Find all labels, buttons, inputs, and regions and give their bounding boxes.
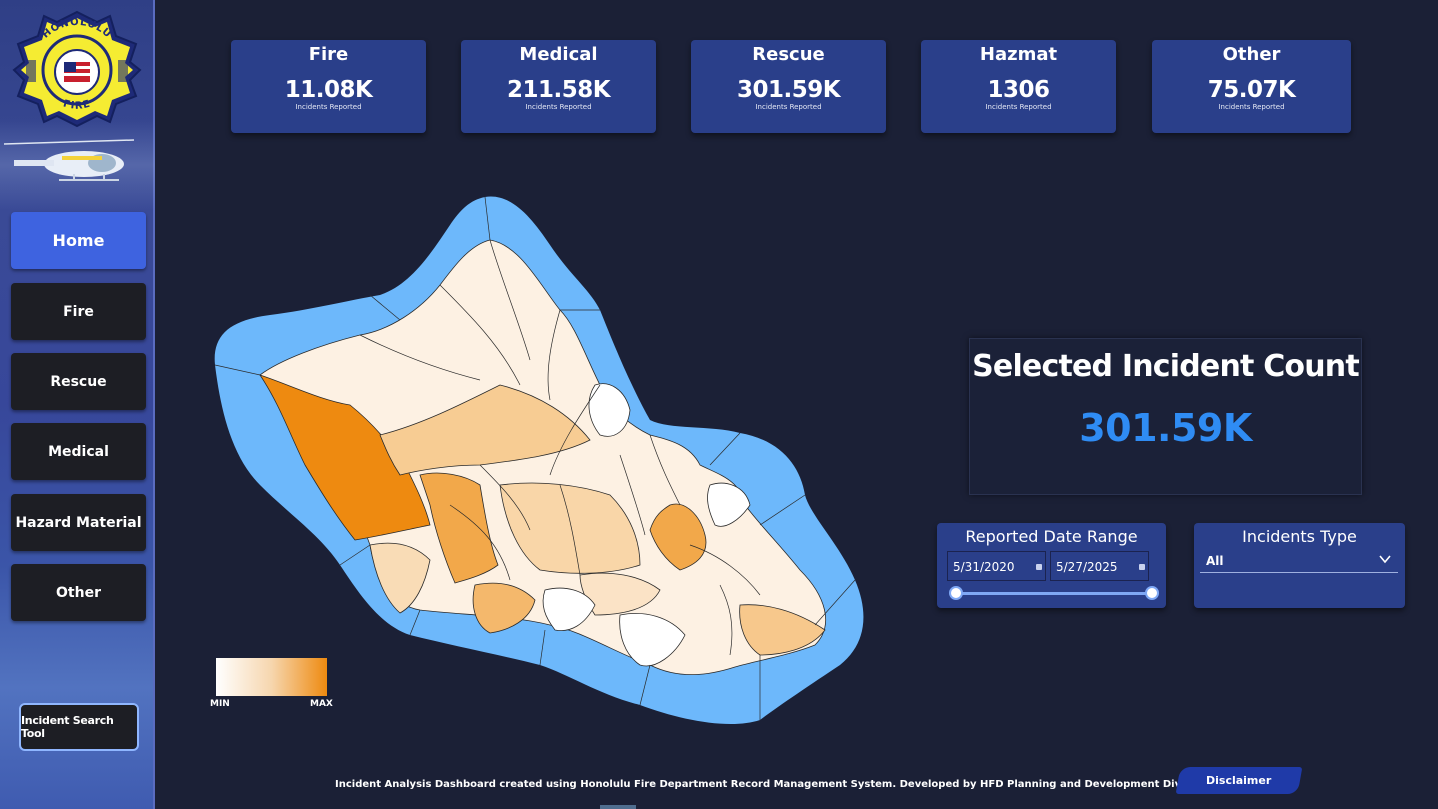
kpi-value: 1306 bbox=[987, 77, 1050, 103]
date-range-filter: Reported Date Range 5/31/2020 5/27/2025 bbox=[937, 523, 1166, 608]
kpi-subtitle: Incidents Reported bbox=[525, 103, 592, 111]
kpi-card-fire: Fire 11.08K Incidents Reported bbox=[231, 40, 426, 133]
chevron-down-icon[interactable] bbox=[1378, 552, 1392, 566]
kpi-title: Rescue bbox=[752, 44, 825, 65]
kpi-value: 11.08K bbox=[284, 77, 373, 103]
selected-count-title: Selected Incident Count bbox=[972, 349, 1360, 384]
kpi-title: Fire bbox=[308, 44, 349, 65]
kpi-subtitle: Incidents Reported bbox=[985, 103, 1052, 111]
nav-rescue-button[interactable]: Rescue bbox=[11, 353, 146, 410]
start-date-value: 5/31/2020 bbox=[953, 560, 1015, 574]
date-slider-track[interactable] bbox=[957, 592, 1153, 595]
nav-home-button[interactable]: Home bbox=[11, 212, 146, 269]
hfd-logo: HONOLULU FIRE bbox=[12, 10, 142, 128]
incident-type-dropdown[interactable]: All bbox=[1200, 551, 1398, 573]
kpi-subtitle: Incidents Reported bbox=[1218, 103, 1285, 111]
kpi-subtitle: Incidents Reported bbox=[755, 103, 822, 111]
nav-fire-button[interactable]: Fire bbox=[11, 283, 146, 340]
kpi-card-rescue: Rescue 301.59K Incidents Reported bbox=[691, 40, 886, 133]
kpi-title: Other bbox=[1222, 44, 1281, 65]
incident-type-title: Incidents Type bbox=[1242, 527, 1357, 546]
kpi-value: 75.07K bbox=[1207, 77, 1296, 103]
start-date-input[interactable]: 5/31/2020 bbox=[947, 551, 1046, 581]
footer-credit-text: Incident Analysis Dashboard created usin… bbox=[335, 779, 1244, 790]
end-date-value: 5/27/2025 bbox=[1056, 560, 1118, 574]
oahu-incident-map[interactable] bbox=[200, 185, 890, 730]
kpi-title: Medical bbox=[519, 44, 598, 65]
sidebar: HONOLULU FIRE Home Fire Rescue Medical H… bbox=[0, 0, 155, 809]
incident-type-selected: All bbox=[1206, 554, 1224, 568]
kpi-value: 211.58K bbox=[506, 77, 611, 103]
legend-gradient bbox=[216, 658, 327, 696]
incident-type-filter: Incidents Type All bbox=[1194, 523, 1405, 608]
legend-min-label: MIN bbox=[210, 699, 230, 709]
incident-search-tool-button[interactable]: Incident Search Tool bbox=[19, 703, 139, 751]
page-scroll-indicator bbox=[600, 805, 636, 809]
helicopter-image bbox=[4, 139, 134, 181]
calendar-icon[interactable] bbox=[1036, 564, 1042, 570]
kpi-card-other: Other 75.07K Incidents Reported bbox=[1152, 40, 1351, 133]
kpi-subtitle: Incidents Reported bbox=[295, 103, 362, 111]
legend-max-label: MAX bbox=[310, 699, 333, 709]
nav-medical-button[interactable]: Medical bbox=[11, 423, 146, 480]
nav-other-button[interactable]: Other bbox=[11, 564, 146, 621]
kpi-card-medical: Medical 211.58K Incidents Reported bbox=[461, 40, 656, 133]
date-slider-start-handle[interactable] bbox=[949, 586, 963, 600]
kpi-title: Hazmat bbox=[979, 44, 1058, 65]
calendar-icon[interactable] bbox=[1139, 564, 1145, 570]
date-slider-end-handle[interactable] bbox=[1145, 586, 1159, 600]
disclaimer-label: Disclaimer bbox=[1206, 774, 1272, 787]
nav-hazard-material-button[interactable]: Hazard Material bbox=[11, 494, 146, 551]
end-date-input[interactable]: 5/27/2025 bbox=[1050, 551, 1149, 581]
kpi-card-hazmat: Hazmat 1306 Incidents Reported bbox=[921, 40, 1116, 133]
disclaimer-button[interactable]: Disclaimer bbox=[1175, 767, 1303, 794]
selected-count-value: 301.59K bbox=[1079, 406, 1252, 450]
map-legend: MIN MAX bbox=[210, 658, 340, 714]
selected-incident-count-card: Selected Incident Count 301.59K bbox=[969, 338, 1362, 495]
kpi-value: 301.59K bbox=[736, 77, 841, 103]
date-range-title: Reported Date Range bbox=[965, 527, 1138, 546]
